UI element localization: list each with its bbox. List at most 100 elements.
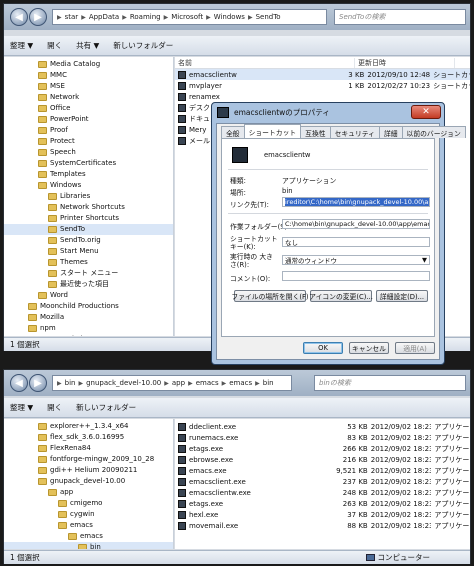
dialog-tab[interactable]: 詳細 xyxy=(378,126,403,138)
file-list[interactable]: ddeclient.exe 53 KB 2012/09/02 18:23 アプリケー r… xyxy=(175,419,470,549)
nav-tree-item[interactable]: 最近使った項目 xyxy=(4,279,173,290)
nav-tree-item[interactable]: emacs xyxy=(4,531,173,542)
advanced-button[interactable]: 詳細設定(D)... xyxy=(376,290,428,302)
nav-tree-item[interactable]: Network Shortcuts xyxy=(4,202,173,213)
file-row[interactable]: emacsclient.exe 237 KB 2012/09/02 18:23 アプリ… xyxy=(175,476,470,487)
breadcrumb-item[interactable]: emacs xyxy=(196,379,219,387)
apply-button[interactable]: 適用(A) xyxy=(395,342,435,354)
nav-tree-item[interactable]: PACE Anti-Piracy xyxy=(4,334,173,336)
file-row[interactable]: hexl.exe 37 KB 2012/09/02 18:23 アプリケー xyxy=(175,509,470,520)
toolbar-button[interactable]: 新しいフォルダー xyxy=(113,40,173,51)
file-row[interactable]: ddeclient.exe 53 KB 2012/09/02 18:23 アプリケー xyxy=(175,421,470,432)
address-bar[interactable]: ▶ bin ▶ gnupack_devel-10.00 ▶ app ▶ emacs ▶ emacs… xyxy=(52,375,292,391)
breadcrumb-item[interactable]: Microsoft xyxy=(171,13,203,21)
breadcrumb-item[interactable]: star xyxy=(65,13,79,21)
nav-tree-item[interactable]: Libraries xyxy=(4,191,173,202)
target-field[interactable]: ireditor\C:\home\bin\gnupack_devel-10.00… xyxy=(282,197,430,207)
ok-button[interactable]: OK xyxy=(303,342,343,354)
nav-tree-item[interactable]: MMC xyxy=(4,70,173,81)
address-bar[interactable]: ▶ star ▶ AppData ▶ Roaming ▶ Microsoft ▶ Windows ▶… xyxy=(52,9,327,25)
toolbar-button[interactable]: 開く xyxy=(47,40,62,51)
nav-tree-item[interactable]: Proof xyxy=(4,125,173,136)
toolbar-button[interactable]: 開く xyxy=(47,402,62,413)
nav-tree-item[interactable]: Start Menu xyxy=(4,246,173,257)
nav-tree-item[interactable]: explorer++_1.3.4_x64 xyxy=(4,421,173,432)
file-row[interactable]: ebrowse.exe 216 KB 2012/09/02 18:23 アプリケー xyxy=(175,454,470,465)
col-date[interactable]: 更新日時 xyxy=(355,57,455,68)
nav-tree-item[interactable]: スタート メニュー xyxy=(4,268,173,279)
breadcrumb-separator-icon[interactable]: ▶ xyxy=(164,14,169,21)
nav-tree-item[interactable]: SystemCertificates xyxy=(4,158,173,169)
change-icon-button[interactable]: アイコンの変更(C)... xyxy=(309,290,373,302)
nav-tree-item[interactable]: SendTo xyxy=(4,224,173,235)
breadcrumb-separator-icon[interactable]: ▶ xyxy=(255,380,260,387)
breadcrumb-item[interactable]: Windows xyxy=(214,13,245,21)
nav-tree-item[interactable]: Templates xyxy=(4,169,173,180)
breadcrumb-item[interactable]: gnupack_devel-10.00 xyxy=(86,379,161,387)
search-input[interactable]: binの検索 xyxy=(314,375,466,391)
breadcrumb-separator-icon[interactable]: ▶ xyxy=(122,14,127,21)
search-input[interactable]: SendToの検索 xyxy=(334,9,466,25)
nav-tree-item[interactable]: Network xyxy=(4,92,173,103)
nav-tree-item[interactable]: bin xyxy=(4,542,173,549)
navigation-pane[interactable]: explorer++_1.3.4_x64 flex_sdk_3.6.0.16995… xyxy=(4,419,174,549)
breadcrumb-item[interactable]: AppData xyxy=(89,13,119,21)
nav-tree-item[interactable]: Mozilla xyxy=(4,312,173,323)
nav-tree-item[interactable]: SendTo.orig xyxy=(4,235,173,246)
dialog-tab[interactable]: 互換性 xyxy=(300,126,331,138)
nav-tree-item[interactable]: FlexRena84 xyxy=(4,443,173,454)
dialog-tab[interactable]: ショートカット xyxy=(243,124,302,138)
breadcrumb-item[interactable]: app xyxy=(172,379,185,387)
forward-button[interactable]: ▶ xyxy=(29,374,47,392)
breadcrumb-separator-icon[interactable]: ▶ xyxy=(57,14,62,21)
breadcrumb-item[interactable]: emacs xyxy=(229,379,252,387)
dialog-close-button[interactable]: ✕ xyxy=(411,105,441,119)
nav-tree-item[interactable]: Speech xyxy=(4,147,173,158)
nav-tree-item[interactable]: Protect xyxy=(4,136,173,147)
breadcrumb-separator-icon[interactable]: ▶ xyxy=(248,14,253,21)
file-row[interactable]: etags.exe 266 KB 2012/09/02 18:23 アプリケー xyxy=(175,443,470,454)
file-row[interactable]: mvplayer 1 KB2012/02/27 10:23ショートカット xyxy=(175,80,470,91)
nav-tree-item[interactable]: emacs xyxy=(4,520,173,531)
toolbar-button[interactable]: 整理 ▼ xyxy=(10,402,33,413)
nav-tree-item[interactable]: Moonchild Productions xyxy=(4,301,173,312)
shortcut-key-field[interactable]: なし xyxy=(282,237,430,247)
file-row[interactable]: emacs.exe 9,521 KB 2012/09/02 18:23 アプリケー xyxy=(175,465,470,476)
toolbar-button[interactable]: 整理 ▼ xyxy=(10,40,33,51)
breadcrumb-item[interactable]: bin xyxy=(65,379,76,387)
nav-tree-item[interactable]: Windows xyxy=(4,180,173,191)
breadcrumb-item[interactable]: bin xyxy=(263,379,274,387)
comment-field[interactable] xyxy=(282,271,430,281)
nav-tree-item[interactable]: cygwin xyxy=(4,509,173,520)
run-size-select[interactable]: 通常のウィンドウ ▼ xyxy=(282,255,430,265)
col-name[interactable]: 名前 xyxy=(175,57,355,68)
dialog-tab[interactable]: セキュリティ xyxy=(329,126,380,138)
back-button[interactable]: ◀ xyxy=(10,8,28,26)
open-location-button[interactable]: ファイルの場所を開く(F) xyxy=(231,290,309,302)
breadcrumb-separator-icon[interactable]: ▶ xyxy=(164,380,169,387)
nav-tree-item[interactable]: Media Catalog xyxy=(4,59,173,70)
breadcrumb-separator-icon[interactable]: ▶ xyxy=(222,380,227,387)
nav-tree-item[interactable]: Printer Shortcuts xyxy=(4,213,173,224)
dialog-tab[interactable]: 以前のバージョン xyxy=(401,126,466,138)
breadcrumb-item[interactable]: SendTo xyxy=(256,13,281,21)
nav-tree-item[interactable]: app xyxy=(4,487,173,498)
nav-tree-item[interactable]: flex_sdk_3.6.0.16995 xyxy=(4,432,173,443)
breadcrumb-separator-icon[interactable]: ▶ xyxy=(78,380,83,387)
breadcrumb-separator-icon[interactable]: ▶ xyxy=(57,380,62,387)
toolbar-button[interactable]: 新しいフォルダー xyxy=(76,402,136,413)
nav-tree-item[interactable]: Themes xyxy=(4,257,173,268)
breadcrumb-separator-icon[interactable]: ▶ xyxy=(81,14,86,21)
nav-tree-item[interactable]: Word xyxy=(4,290,173,301)
file-row[interactable]: emacsclientw.exe 248 KB 2012/09/02 18:23 アプ… xyxy=(175,487,470,498)
nav-tree-item[interactable]: MSE xyxy=(4,81,173,92)
cancel-button[interactable]: キャンセル xyxy=(349,342,389,354)
nav-tree-item[interactable]: npm xyxy=(4,323,173,334)
forward-button[interactable]: ▶ xyxy=(29,8,47,26)
back-button[interactable]: ◀ xyxy=(10,374,28,392)
nav-tree-item[interactable]: Office xyxy=(4,103,173,114)
nav-tree-item[interactable]: gnupack_devel-10.00 xyxy=(4,476,173,487)
nav-tree-item[interactable]: PowerPoint xyxy=(4,114,173,125)
file-row[interactable]: renamex xyxy=(175,91,470,102)
file-row[interactable]: movemail.exe 88 KB 2012/09/02 18:23 アプリケー xyxy=(175,520,470,531)
